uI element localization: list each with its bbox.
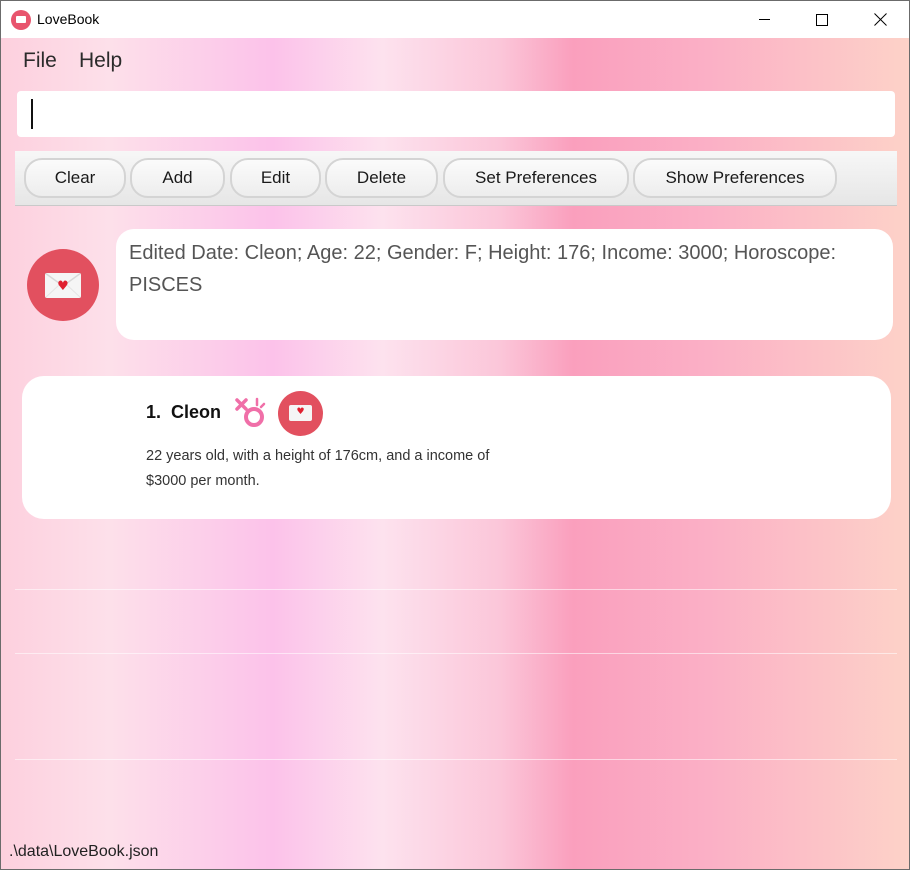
toolbar: Clear Add Edit Delete Set Preferences Sh… bbox=[15, 151, 897, 206]
result-display: Edited Date: Cleon; Age: 22; Gender: F; … bbox=[116, 229, 893, 340]
menu-bar: File Help bbox=[1, 39, 909, 85]
envelope-shape: ♥ bbox=[45, 273, 81, 298]
card-index: 1. bbox=[146, 402, 162, 422]
app-logo-icon bbox=[11, 10, 31, 30]
date-list-panel: 1. Cleon ♥ 22 years old, with a height o… bbox=[15, 356, 897, 824]
close-button[interactable] bbox=[851, 1, 909, 38]
card-name: Cleon bbox=[171, 402, 222, 422]
heart-icon: ♥ bbox=[57, 279, 69, 294]
command-input[interactable] bbox=[17, 91, 895, 137]
clear-button[interactable]: Clear bbox=[24, 158, 126, 198]
window-title: LoveBook bbox=[37, 11, 100, 27]
file-path: .\data\LoveBook.json bbox=[9, 843, 159, 860]
female-gender-icon bbox=[235, 397, 266, 427]
close-icon bbox=[874, 13, 887, 26]
envelope-heart-icon: ♥ bbox=[278, 391, 323, 436]
result-text: Edited Date: Cleon; Age: 22; Gender: F; … bbox=[129, 242, 837, 296]
set-preferences-button[interactable]: Set Preferences bbox=[443, 158, 629, 198]
envelope-shape: ♥ bbox=[289, 405, 312, 421]
list-divider bbox=[15, 759, 897, 760]
heart-icon: ♥ bbox=[296, 407, 305, 417]
title-bar: LoveBook bbox=[1, 1, 909, 38]
minimize-button[interactable] bbox=[735, 1, 793, 38]
app-window: LoveBook File Help Clear Add Edit Delete… bbox=[0, 0, 910, 870]
minimize-icon bbox=[758, 19, 770, 20]
menu-file[interactable]: File bbox=[23, 49, 57, 73]
menu-help[interactable]: Help bbox=[79, 49, 122, 73]
envelope-heart-icon: ♥ bbox=[27, 249, 99, 321]
maximize-icon bbox=[816, 13, 828, 26]
maximize-button[interactable] bbox=[793, 1, 851, 38]
delete-button[interactable]: Delete bbox=[325, 158, 438, 198]
list-divider bbox=[15, 589, 897, 590]
add-button[interactable]: Add bbox=[130, 158, 225, 198]
list-divider bbox=[15, 653, 897, 654]
text-caret bbox=[31, 99, 33, 129]
show-preferences-button[interactable]: Show Preferences bbox=[633, 158, 837, 198]
card-description-line: $3000 per month. bbox=[146, 473, 260, 489]
list-item[interactable]: 1. Cleon ♥ 22 years old, with a height o… bbox=[22, 376, 891, 519]
card-description: 22 years old, with a height of 176cm, an… bbox=[146, 444, 566, 494]
card-description-line: 22 years old, with a height of 176cm, an… bbox=[146, 448, 490, 464]
status-bar: .\data\LoveBook.json bbox=[1, 835, 909, 869]
edit-button[interactable]: Edit bbox=[230, 158, 321, 198]
